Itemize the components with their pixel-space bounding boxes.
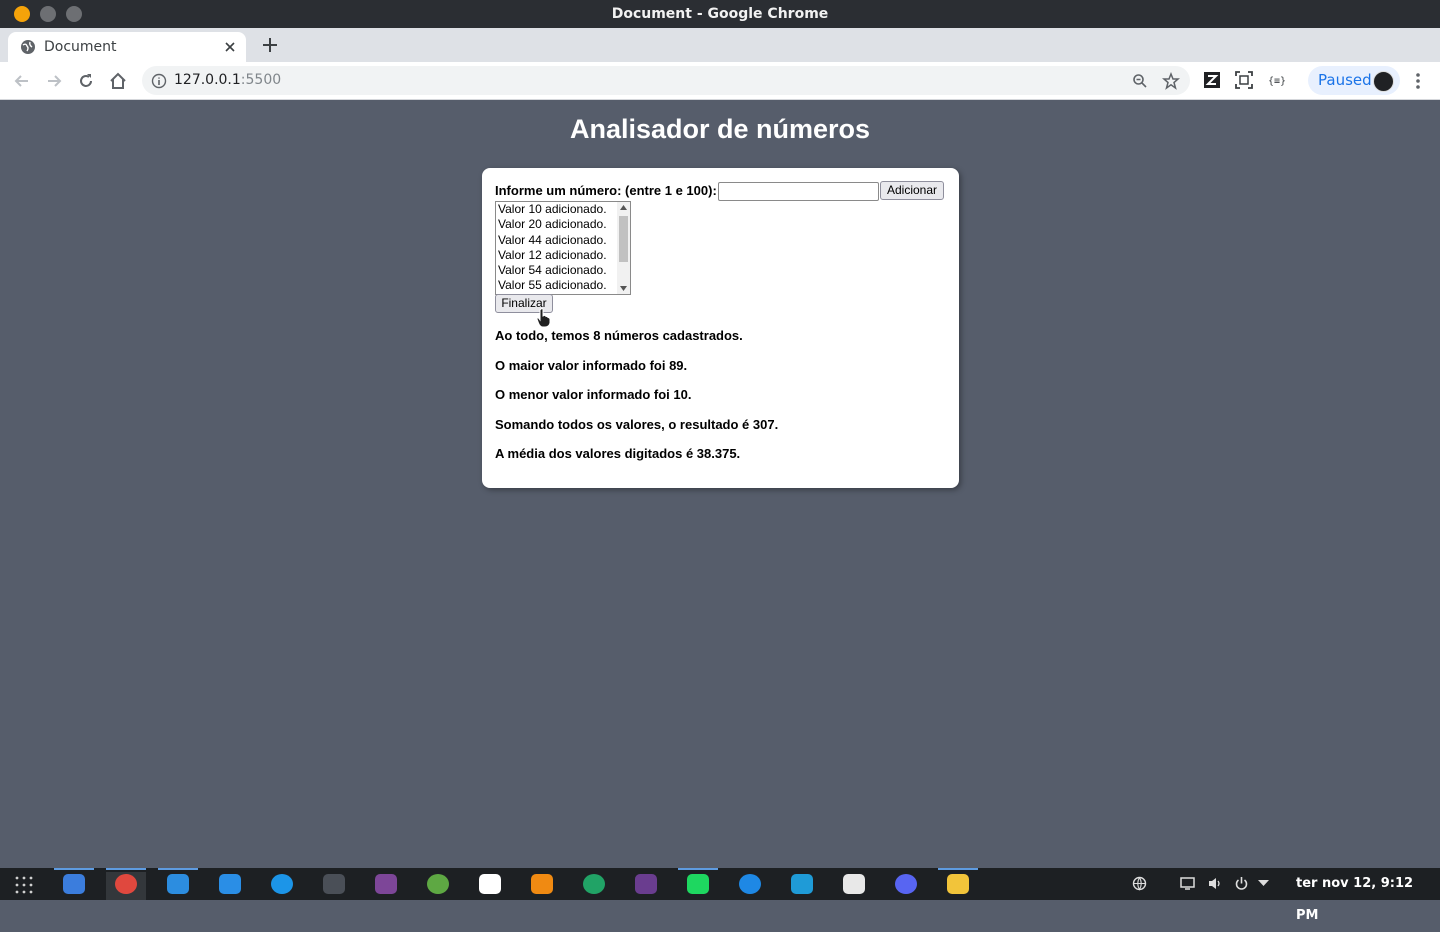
listbox-scrollbar[interactable]	[617, 202, 630, 294]
result-count: Ao todo, temos 8 números cadastrados.	[495, 328, 743, 343]
list-item[interactable]: Valor 55 adicionado.	[496, 278, 630, 293]
result-min: O menor valor informado foi 10.	[495, 387, 692, 402]
brackets-icon[interactable]	[219, 874, 241, 894]
number-input[interactable]	[718, 182, 879, 201]
forward-icon[interactable]	[44, 71, 64, 91]
more-menu-icon[interactable]	[1412, 71, 1424, 91]
scrollbar-thumb[interactable]	[619, 216, 628, 262]
url-text: 127.0.0.1:5500	[174, 66, 281, 95]
display-icon[interactable]	[1180, 876, 1195, 891]
list-item[interactable]: Valor 44 adicionado.	[496, 233, 630, 248]
back-icon[interactable]	[12, 71, 32, 91]
downloader-icon[interactable]	[791, 874, 813, 894]
screenshot-extension-icon[interactable]	[1235, 71, 1253, 89]
video-editor-icon[interactable]	[635, 874, 657, 894]
app-indicator	[106, 868, 146, 870]
list-item[interactable]: Valor 54 adicionado.	[496, 263, 630, 278]
spotify-icon[interactable]	[687, 874, 709, 894]
chevron-down-icon[interactable]	[1258, 880, 1269, 887]
files-icon[interactable]	[63, 874, 85, 894]
reload-icon[interactable]	[76, 71, 96, 91]
home-icon[interactable]	[108, 71, 128, 91]
volume-icon[interactable]	[1208, 876, 1222, 891]
analyzer-card: Informe um número: (entre 1 e 100): Adic…	[482, 168, 959, 488]
power-icon[interactable]	[1234, 876, 1249, 891]
add-button[interactable]: Adicionar	[880, 181, 944, 200]
address-bar[interactable]: 127.0.0.1:5500	[142, 66, 1190, 95]
terminal-icon[interactable]	[323, 874, 345, 894]
app-store-icon[interactable]	[739, 874, 761, 894]
tab-title: Document	[44, 39, 117, 55]
app-indicator	[158, 868, 198, 870]
info-icon[interactable]	[151, 73, 167, 89]
chrome-icon[interactable]	[115, 874, 137, 894]
discord-icon[interactable]	[895, 874, 917, 894]
app-indicator	[54, 868, 94, 870]
network-icon[interactable]	[1132, 876, 1147, 891]
window-title: Document - Google Chrome	[611, 6, 829, 22]
window-titlebar: Document - Google Chrome	[0, 0, 1440, 28]
new-tab-icon[interactable]	[260, 35, 280, 55]
values-listbox[interactable]: Valor 10 adicionado. Valor 20 adicionado…	[495, 201, 631, 295]
taskbar: ter nov 12, 9:12 PM	[0, 868, 1440, 923]
profile-button[interactable]: Paused	[1308, 66, 1400, 95]
list-item[interactable]: Valor 10 adicionado.	[496, 202, 630, 217]
avatar	[1373, 71, 1394, 92]
result-max: O maior valor informado foi 89.	[495, 358, 688, 373]
close-icon[interactable]	[222, 39, 238, 55]
hand-cursor-icon	[536, 308, 551, 328]
media-player-icon[interactable]	[947, 874, 969, 894]
scroll-up-arrow-icon[interactable]	[620, 205, 627, 210]
browser-tab[interactable]: Document	[8, 32, 246, 62]
android-studio-icon[interactable]	[427, 874, 449, 894]
number-prompt-label: Informe um número: (entre 1 e 100):	[495, 183, 717, 198]
list-item[interactable]: Valor 12 adicionado.	[496, 248, 630, 263]
browser-toolbar: 127.0.0.1:5500 {≡} Paused	[0, 62, 1440, 100]
result-sum: Somando todos os valores, o resultado é …	[495, 417, 779, 432]
url-port: :5500	[240, 72, 282, 88]
bookmark-star-icon[interactable]	[1162, 72, 1180, 90]
postman-icon[interactable]	[843, 874, 865, 894]
vscode-icon[interactable]	[167, 874, 189, 894]
cloud-sync-icon[interactable]	[583, 874, 605, 894]
svg-text:{≡}: {≡}	[1268, 76, 1285, 87]
scroll-down-arrow-icon[interactable]	[620, 286, 627, 291]
app-grid-icon[interactable]	[15, 876, 33, 894]
url-host: 127.0.0.1	[174, 72, 241, 88]
tab-strip: Document	[0, 28, 1440, 62]
tor-browser-icon[interactable]	[375, 874, 397, 894]
vlc-icon[interactable]	[531, 874, 553, 894]
mongodb-compass-icon[interactable]	[479, 874, 501, 894]
zoom-icon[interactable]	[1132, 73, 1148, 89]
list-item[interactable]: Valor 20 adicionado.	[496, 217, 630, 232]
app-indicator	[678, 868, 718, 870]
globe-icon	[21, 40, 35, 54]
settings-mixer-icon[interactable]	[271, 874, 293, 894]
system-clock[interactable]: ter nov 12, 9:12 PM	[1296, 868, 1440, 932]
app-indicator	[938, 868, 978, 870]
extension-icon[interactable]	[1203, 71, 1221, 89]
page-title: Analisador de números	[569, 114, 871, 144]
json-extension-icon[interactable]: {≡}	[1267, 71, 1285, 89]
result-average: A média dos valores digitados é 38.375.	[495, 446, 741, 461]
profile-status: Paused	[1318, 71, 1372, 89]
